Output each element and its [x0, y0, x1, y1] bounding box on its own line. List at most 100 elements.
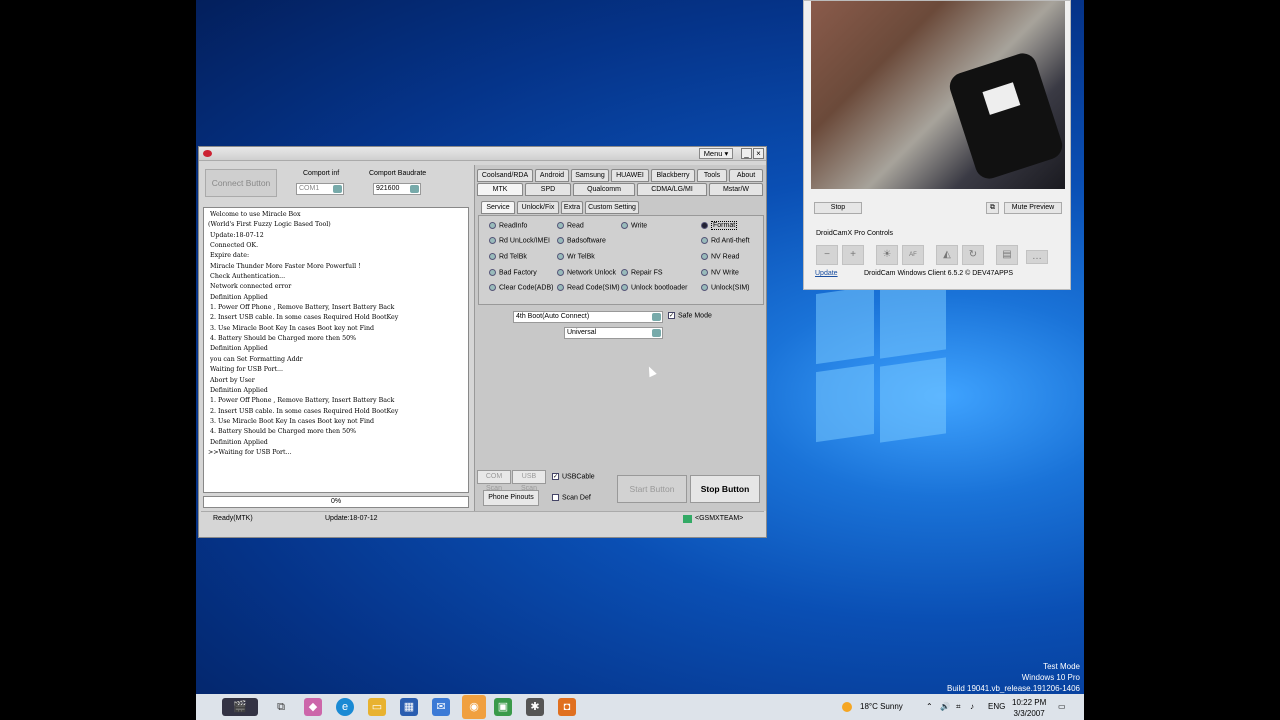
client-info: DroidCam Windows Client 6.5.2 © DEV47APP… [864, 270, 1014, 277]
app-icon [203, 150, 212, 157]
tab-service[interactable]: Service [481, 201, 515, 214]
option-write[interactable]: Write [621, 222, 647, 229]
option-rd-telbk[interactable]: Rd TelBk [489, 253, 527, 260]
tab-samsung[interactable]: Samsung [571, 169, 609, 182]
option-unlock-bootloader[interactable]: Unlock bootloader [621, 284, 687, 291]
safe-mode-checkbox[interactable]: ✓ Safe Mode [668, 312, 712, 319]
save-icon[interactable]: ▤ [996, 245, 1018, 265]
option-bad-factory[interactable]: Bad Factory [489, 269, 537, 276]
rotate-icon[interactable]: ↻ [962, 245, 984, 265]
menu-button[interactable]: Menu ▾ [699, 148, 733, 159]
option-label: Unlock(SIM) [711, 284, 750, 292]
option-read-code-sim[interactable]: Read Code(SIM) [557, 284, 620, 291]
radio-icon [557, 269, 564, 276]
progress-bar: 0% [203, 496, 469, 508]
option-nv-read[interactable]: NV Read [701, 253, 739, 260]
clapper-app-icon[interactable]: 🎬 [222, 698, 258, 716]
fullscreen-icon[interactable]: ⧉ [986, 202, 999, 214]
tab-coolsand[interactable]: Coolsand/RDA [477, 169, 533, 182]
option-rd-unlock-imei[interactable]: Rd UnLock/IMEI [489, 237, 550, 244]
usb-scan-button[interactable]: USB Scan [512, 470, 546, 492]
mirror-icon[interactable]: ◭ [936, 245, 958, 265]
tab-unlock-fix[interactable]: Unlock/Fix [517, 201, 559, 214]
option-label: Badsoftware [567, 237, 606, 245]
option-label: Read Code(SIM) [567, 284, 620, 292]
start-button[interactable]: Start Button [617, 475, 687, 503]
copilot-icon[interactable]: ◆ [304, 698, 322, 716]
option-repair-fs[interactable]: Repair FS [621, 269, 663, 276]
option-readinfo[interactable]: ReadInfo [489, 222, 527, 229]
option-rd-antitheft[interactable]: Rd Anti-theft [701, 237, 750, 244]
boot-mode-select[interactable]: 4th Boot(Auto Connect) [513, 311, 663, 323]
tab-cdma-lg-mi[interactable]: CDMA/LG/MI [637, 183, 707, 196]
brightness-icon[interactable]: ☀ [876, 245, 898, 265]
option-format[interactable]: Format [701, 221, 738, 231]
more-icon[interactable]: … [1026, 250, 1048, 264]
option-nv-write[interactable]: NV Write [701, 269, 739, 276]
stop-camera-button[interactable]: Stop [814, 202, 862, 214]
com-scan-button[interactable]: COM Scan [477, 470, 511, 492]
phone-pinouts-button[interactable]: Phone Pinouts [483, 490, 539, 506]
model-select[interactable]: Universal [564, 327, 663, 339]
autofocus-icon[interactable]: AF [902, 245, 924, 265]
option-label: Repair FS [631, 269, 663, 277]
chevron-up-icon[interactable]: ⌃ [926, 694, 933, 720]
notification-icon[interactable]: ▭ [1058, 694, 1066, 720]
tab-qualcomm[interactable]: Qualcomm [573, 183, 635, 196]
network-icon[interactable]: ⌗ [956, 694, 961, 720]
log-output[interactable]: Welcome to use Miracle Box (World's Firs… [203, 207, 469, 493]
option-unlock-sim[interactable]: Unlock(SIM) [701, 284, 750, 291]
scan-def-checkbox[interactable]: Scan Def [552, 494, 591, 501]
tab-mtk[interactable]: MTK [477, 183, 523, 196]
zoom-out-icon[interactable]: − [816, 245, 838, 265]
tab-android[interactable]: Android [535, 169, 569, 182]
task-view-icon[interactable]: ⧉ [272, 698, 290, 716]
active-app-icon[interactable]: ◉ [462, 695, 486, 719]
speaker-icon[interactable]: 🔊 [940, 694, 950, 720]
mail-icon[interactable]: ✉ [432, 698, 450, 716]
store-icon[interactable]: ▦ [400, 698, 418, 716]
option-wr-telbk[interactable]: Wr TelBk [557, 253, 595, 260]
option-network-unlock[interactable]: Network Unlock [557, 269, 616, 276]
option-read[interactable]: Read [557, 222, 584, 229]
radio-icon [621, 222, 628, 229]
service-options: ReadInfo Read Write Format Rd UnLock/IME… [478, 215, 764, 305]
tab-huawei[interactable]: HUAWEI [611, 169, 649, 182]
minimize-button[interactable]: _ [741, 148, 752, 159]
miracle-box-icon[interactable]: ✱ [526, 698, 544, 716]
tab-spd[interactable]: SPD [525, 183, 571, 196]
weather-text[interactable]: 18°C Sunny [860, 694, 903, 720]
option-badsoftware[interactable]: Badsoftware [557, 237, 606, 244]
tab-tools[interactable]: Tools [697, 169, 727, 182]
update-link[interactable]: Update [815, 270, 838, 277]
language-indicator[interactable]: ENG [988, 694, 1005, 720]
option-label: Read [567, 222, 584, 230]
connect-button[interactable]: Connect Button [205, 169, 277, 197]
radio-icon [701, 222, 708, 229]
mute-preview-button[interactable]: Mute Preview [1004, 202, 1062, 214]
close-button[interactable]: × [753, 148, 764, 159]
clock[interactable]: 10:22 PM 3/3/2007 [1012, 697, 1046, 719]
title-bar[interactable]: Menu ▾ _ × [199, 147, 766, 161]
weather-icon[interactable] [842, 702, 852, 712]
stop-button[interactable]: Stop Button [690, 475, 760, 503]
edge-icon[interactable]: e [336, 698, 354, 716]
app-icon-orange[interactable]: ◘ [558, 698, 576, 716]
option-clear-code-adb[interactable]: Clear Code(ADB) [489, 284, 553, 291]
volume-icon[interactable]: ♪ [970, 694, 974, 720]
comport-select[interactable]: COM1 [296, 183, 344, 195]
tab-blackberry[interactable]: Blackberry [651, 169, 695, 182]
file-explorer-icon[interactable]: ▭ [368, 698, 386, 716]
droidcam-icon[interactable]: ▣ [494, 698, 512, 716]
tab-extra[interactable]: Extra [561, 201, 583, 214]
tab-custom-setting[interactable]: Custom Setting [585, 201, 639, 214]
radio-icon [701, 237, 708, 244]
chevron-down-icon [652, 329, 661, 337]
option-label: ReadInfo [499, 222, 528, 230]
radio-icon [557, 222, 564, 229]
tab-about[interactable]: About [729, 169, 763, 182]
usb-cable-checkbox[interactable]: ✓ USBCable [552, 473, 595, 480]
zoom-in-icon[interactable]: + [842, 245, 864, 265]
tab-mstar[interactable]: Mstar/W [709, 183, 763, 196]
baudrate-select[interactable]: 921600 [373, 183, 421, 195]
